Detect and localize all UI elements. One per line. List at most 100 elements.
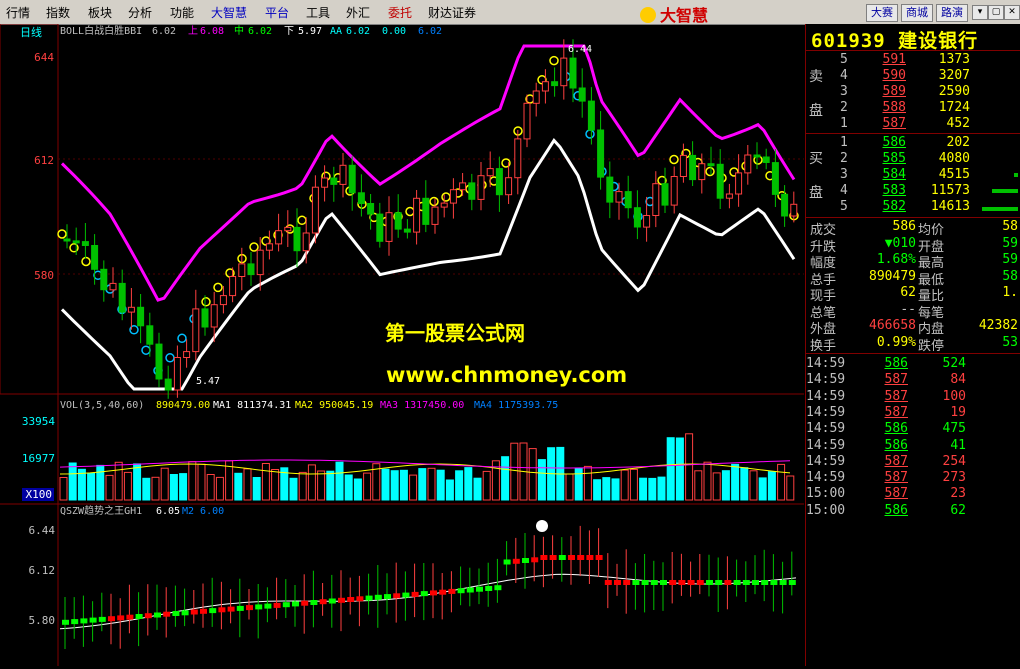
buy-row[interactable]: 3 584 4515 [806, 167, 1020, 183]
contest-button[interactable]: 大赛 [866, 4, 898, 22]
sell-row[interactable]: 5 591 1373 [806, 52, 1020, 68]
sell-price[interactable]: 591 [866, 52, 906, 67]
menu-functions[interactable]: 功能 [170, 4, 194, 21]
period-label[interactable]: 日线 [20, 25, 42, 39]
trend-block [586, 555, 594, 560]
volume-bar [105, 474, 114, 501]
volume-bar [758, 477, 767, 501]
stat-value: 62 [900, 285, 916, 300]
depth-bar [992, 189, 1018, 193]
buy-price[interactable]: 586 [866, 135, 906, 150]
candle-body [100, 268, 108, 291]
trend-block [577, 555, 585, 560]
candle-body [118, 282, 126, 313]
sell-price[interactable]: 587 [866, 116, 906, 131]
candle-body [376, 213, 384, 242]
volume-bar [721, 470, 730, 501]
tick-time: 15:00 [806, 486, 846, 502]
mall-button[interactable]: 商城 [901, 4, 933, 22]
mid-circle-marker [57, 229, 67, 239]
buy-price[interactable]: 583 [866, 183, 906, 198]
buy-price[interactable]: 585 [866, 151, 906, 166]
watermark-url: www.chnmoney.com [386, 363, 627, 387]
buy-row[interactable]: 4 583 11573 [806, 183, 1020, 199]
menu-forex[interactable]: 外汇 [346, 4, 370, 21]
stock-title[interactable]: 601939 建设银行 [811, 26, 978, 53]
boll-aa-label: AA [330, 26, 342, 37]
menu-quotes[interactable]: 行情 [6, 4, 30, 21]
menu-sectors[interactable]: 板块 [88, 4, 112, 21]
volume-bar [206, 474, 215, 501]
close-icon[interactable]: ✕ [1004, 5, 1020, 20]
mid-circle-marker [177, 333, 187, 344]
candle-body [302, 232, 310, 252]
trend-block [770, 580, 778, 585]
candle-body [790, 203, 798, 217]
low-marker: 5.47 [196, 376, 220, 387]
buy-row[interactable]: 2 585 4080 [806, 151, 1020, 167]
menu-broker[interactable]: 财达证券 [428, 4, 476, 21]
trend-axis-bot: 5.80 [29, 614, 56, 627]
trend-block [522, 558, 529, 563]
candle-body [495, 168, 503, 196]
minimize-icon[interactable]: ▾ [972, 5, 988, 20]
trend-block [356, 596, 364, 602]
sell-price[interactable]: 590 [866, 68, 906, 83]
trend-block [549, 555, 557, 560]
sell-row[interactable]: 3 589 2590 [806, 84, 1020, 100]
buy-row[interactable]: 5 582 14613 [806, 199, 1020, 215]
trend-block [108, 616, 115, 622]
roadshow-button[interactable]: 路演 [936, 4, 968, 22]
buy-row[interactable]: 1 586 202 [806, 135, 1020, 151]
buy-price[interactable]: 584 [866, 167, 906, 182]
vol-axis-top: 33954 [22, 415, 55, 428]
volume-bar [317, 470, 326, 501]
trend-block [595, 555, 603, 560]
menu-trade[interactable]: 委托 [388, 4, 412, 21]
mid-circle-marker [429, 196, 439, 207]
volume-bar [620, 469, 629, 501]
candle-body [615, 191, 623, 203]
menu-analysis[interactable]: 分析 [128, 4, 152, 21]
high-marker: 6.44 [568, 44, 592, 55]
volume-bar [179, 473, 188, 501]
mid-circle-marker [405, 206, 415, 217]
sell-row[interactable]: 4 590 3207 [806, 68, 1020, 84]
candle-body [367, 203, 375, 215]
sell-price[interactable]: 588 [866, 100, 906, 115]
candle-body [219, 295, 227, 306]
stat-row: 外盘 466658 内盘 42382 [806, 318, 1020, 337]
candle-body [173, 357, 181, 391]
stat-label: 跌停 [918, 338, 945, 354]
volume-bar [583, 465, 592, 501]
stock-name: 建设银行 [898, 30, 979, 52]
candle-body [229, 276, 237, 297]
tick-volume: 19 [950, 404, 966, 420]
volume-bar [381, 468, 390, 501]
boll-aa-val: 6.02 [346, 26, 370, 37]
trend-block [650, 580, 658, 585]
trend-gh1: 6.05 [156, 506, 180, 517]
buy-price[interactable]: 582 [866, 199, 906, 214]
candle-body [587, 100, 595, 131]
kline-chart[interactable]: 日线 BOLL白战白胜BBI 6.02 上 6.08 中 6.02 下 5.97… [0, 23, 804, 666]
volume-bar [123, 471, 132, 501]
menu-dzh[interactable]: 大智慧 [211, 4, 247, 21]
volume-bar [593, 479, 602, 501]
menu-platform[interactable]: 平台 [265, 4, 289, 21]
menu-index[interactable]: 指数 [46, 4, 70, 21]
sell-row[interactable]: 1 587 452 [806, 116, 1020, 132]
menu-tools[interactable]: 工具 [306, 4, 330, 21]
restore-icon[interactable]: ▢ [988, 5, 1004, 20]
chart-area[interactable]: 日线 BOLL白战白胜BBI 6.02 上 6.08 中 6.02 下 5.97… [0, 23, 804, 666]
volume-bar [390, 470, 399, 501]
brand-icon [640, 7, 656, 23]
candle-body [762, 156, 770, 163]
stat-row: 现手 62 量比 1. [806, 285, 1020, 304]
trend-block [319, 599, 327, 605]
candle-body [431, 206, 439, 225]
boll-bbi: 6.02 [152, 26, 176, 37]
candle-body [137, 306, 145, 327]
sell-row[interactable]: 2 588 1724 [806, 100, 1020, 116]
sell-price[interactable]: 589 [866, 84, 906, 99]
